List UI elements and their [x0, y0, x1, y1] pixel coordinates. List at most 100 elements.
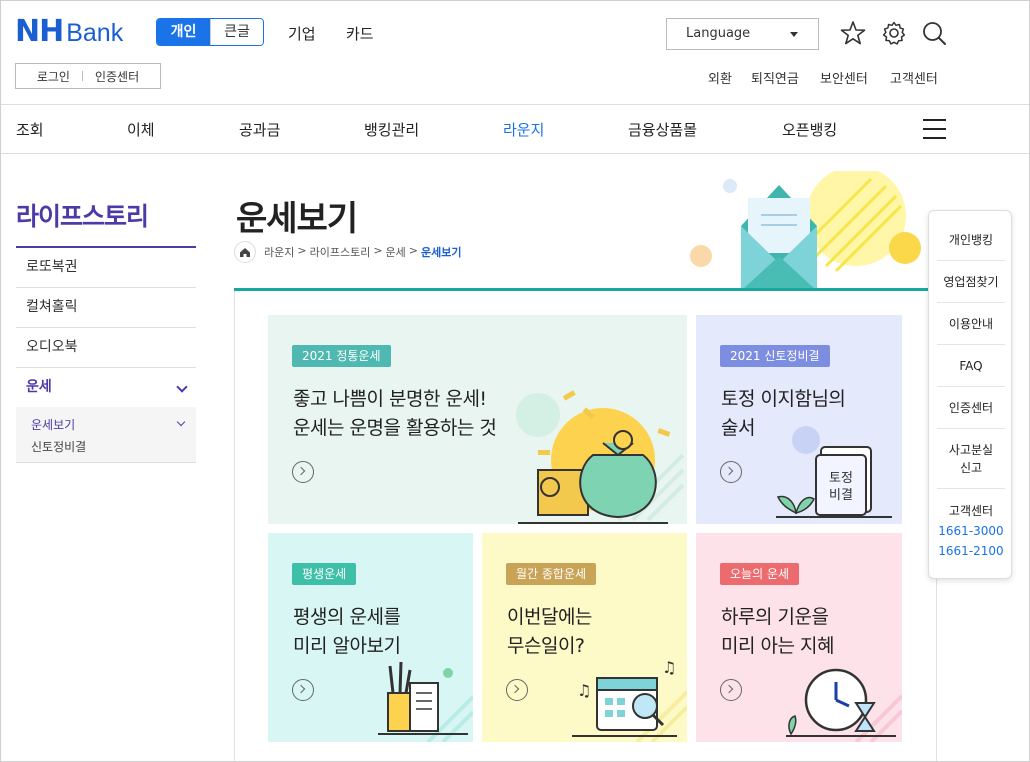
card-tag: 2021 신토정비결: [720, 345, 830, 367]
page-title: 운세보기: [236, 199, 358, 239]
lnb-item-label: 로또복권: [26, 259, 78, 275]
fortune-card-monthly[interactable]: 월간 종합운세 이번달에는 무슨일이? ♫ ♫: [482, 533, 687, 742]
lnb-item-audiobook[interactable]: 오디오북: [16, 328, 196, 368]
util-link-pension[interactable]: 퇴직연금: [751, 68, 799, 87]
arrow-right-circle-icon[interactable]: [720, 461, 742, 483]
gnb-banking-management[interactable]: 뱅킹관리: [364, 119, 419, 140]
mode-large-text-button[interactable]: 큰글: [210, 19, 263, 45]
card-title-line2: 술서: [721, 417, 755, 439]
lnb-item-label: 오디오북: [26, 339, 78, 355]
card-title-line2: 무슨일이?: [507, 635, 585, 657]
svg-text:♫: ♫: [662, 658, 676, 677]
card-title-line2: 미리 아는 지혜: [721, 635, 834, 657]
search-icon[interactable]: [921, 20, 947, 46]
card-tag: 오늘의 운세: [720, 563, 800, 585]
calendar-illustration: ♫ ♫: [572, 658, 687, 742]
lnb-sub-fortune-view[interactable]: 운세보기: [31, 416, 75, 433]
home-icon[interactable]: [234, 241, 256, 263]
fortune-card-lifetime[interactable]: 평생운세 평생의 운세를 미리 알아보기: [268, 533, 473, 742]
arrow-right-circle-icon[interactable]: [506, 679, 528, 701]
star-icon[interactable]: [840, 20, 866, 46]
lnb-item-lotto[interactable]: 로또복권: [16, 248, 196, 288]
chevron-down-icon: [176, 417, 186, 427]
lnb-item-label: 운세: [26, 379, 52, 395]
arrow-right-circle-icon[interactable]: [292, 461, 314, 483]
quick-faq[interactable]: FAQ: [937, 345, 1005, 387]
lnb-submenu: 운세보기 신토정비결: [16, 407, 196, 463]
svg-text:♫: ♫: [577, 681, 591, 700]
breadcrumb-lifestory[interactable]: 라이프스토리: [310, 244, 371, 260]
topnav-corporate[interactable]: 기업: [288, 23, 316, 44]
money-bag-illustration: [516, 390, 685, 524]
envelope-illustration: [690, 171, 921, 291]
logo-bank: Bank: [66, 19, 124, 47]
card-tag: 월간 종합운세: [506, 563, 597, 585]
clock-illustration: [786, 668, 902, 742]
quick-lost-line2: 신고: [959, 461, 983, 475]
fortune-card-tojeong[interactable]: 2021 신토정비결 토정 이지함님의 술서 토정 비결: [696, 315, 902, 524]
breadcrumb-lounge[interactable]: 라운지: [264, 244, 294, 260]
login-button[interactable]: 로그인: [37, 68, 70, 85]
card-title-line1: 평생의 운세를: [293, 606, 401, 628]
lnb-item-label: 컬쳐홀릭: [26, 299, 78, 315]
page: NH Bank 개인 큰글 기업 카드 로그인 인증센터 Language 외환…: [0, 0, 1030, 762]
quick-tel-2[interactable]: 1661-2100: [937, 541, 1005, 561]
book-illustration: 토정 비결: [776, 426, 892, 518]
gnb-inquiry[interactable]: 조회: [16, 119, 44, 140]
lnb-sub-tojeong[interactable]: 신토정비결: [31, 438, 86, 455]
quick-guide[interactable]: 이용안내: [937, 303, 1005, 345]
logo-nh: NH: [15, 14, 64, 49]
fortune-card-classic[interactable]: 2021 정통운세 좋고 나쁨이 분명한 운세! 운세는 운명을 활용하는 것: [268, 315, 687, 524]
nh-bank-logo[interactable]: NH Bank: [15, 17, 123, 48]
svg-text:토정: 토정: [829, 471, 853, 486]
gnb-products[interactable]: 금융상품몰: [628, 119, 697, 140]
lnb-title: 라이프스토리: [16, 202, 149, 231]
mode-toggle: 개인 큰글: [156, 18, 264, 46]
cert-center-button[interactable]: 인증센터: [95, 68, 139, 85]
quick-lost-line1: 사고분실: [948, 443, 994, 457]
mode-personal-button[interactable]: 개인: [157, 19, 210, 45]
caret-down-icon: [790, 32, 798, 37]
pencil-cup-illustration: [378, 661, 473, 742]
gnb-lounge[interactable]: 라운지: [503, 119, 544, 140]
lnb-item-fortune[interactable]: 운세: [16, 368, 196, 408]
gnb-transfer[interactable]: 이체: [127, 119, 155, 140]
fortune-card-today[interactable]: 오늘의 운세 하루의 기운을 미리 아는 지혜: [696, 533, 902, 742]
main-navigation: 조회 이체 공과금 뱅킹관리 라운지 금융상품몰 오픈뱅킹: [1, 104, 1029, 154]
login-box: 로그인 인증센터: [15, 63, 161, 89]
card-title-line1: 토정 이지함님의: [721, 388, 846, 410]
card-title-line1: 하루의 기운을: [721, 606, 829, 628]
quick-cs-label: 고객센터: [948, 504, 994, 518]
arrow-right-circle-icon[interactable]: [720, 679, 742, 701]
quick-cert-center[interactable]: 인증센터: [937, 387, 1005, 429]
card-tag: 2021 정통운세: [292, 345, 391, 367]
svg-text:비결: 비결: [829, 488, 853, 503]
language-label: Language: [686, 26, 751, 41]
util-link-security[interactable]: 보안센터: [820, 68, 868, 87]
quick-lost-report[interactable]: 사고분실 신고: [937, 429, 1005, 489]
util-link-customer[interactable]: 고객센터: [890, 68, 938, 87]
gnb-utility-bills[interactable]: 공과금: [239, 119, 280, 140]
card-title-line2: 운세는 운명을 활용하는 것: [293, 417, 497, 439]
breadcrumb-fortune[interactable]: 운세: [386, 244, 406, 260]
quick-customer-center[interactable]: 고객센터 1661-3000 1661-2100: [937, 489, 1005, 569]
arrow-right-circle-icon[interactable]: [292, 679, 314, 701]
breadcrumb-current: 운세보기: [421, 246, 462, 259]
lnb-item-culture[interactable]: 컬쳐홀릭: [16, 288, 196, 328]
quick-personal-banking[interactable]: 개인뱅킹: [937, 219, 1005, 261]
chevron-down-icon: [176, 381, 188, 393]
util-link-fx[interactable]: 외환: [708, 68, 732, 87]
menu-icon[interactable]: [923, 119, 946, 139]
divider: [81, 71, 83, 81]
card-title-line1: 좋고 나쁨이 분명한 운세!: [293, 388, 487, 410]
quick-tel-1[interactable]: 1661-3000: [937, 521, 1005, 541]
breadcrumb: 라운지 > 라이프스토리 > 운세 > 운세보기: [264, 244, 462, 260]
card-tag: 평생운세: [292, 563, 357, 585]
gnb-open-banking[interactable]: 오픈뱅킹: [782, 119, 837, 140]
gear-icon[interactable]: [881, 20, 907, 46]
language-select[interactable]: Language: [666, 18, 819, 50]
quick-menu: 개인뱅킹 영업점찾기 이용안내 FAQ 인증센터 사고분실 신고 고객센터 16…: [928, 210, 1012, 579]
quick-branch-finder[interactable]: 영업점찾기: [937, 261, 1005, 303]
card-title-line1: 이번달에는: [507, 606, 592, 628]
topnav-card[interactable]: 카드: [346, 23, 374, 44]
